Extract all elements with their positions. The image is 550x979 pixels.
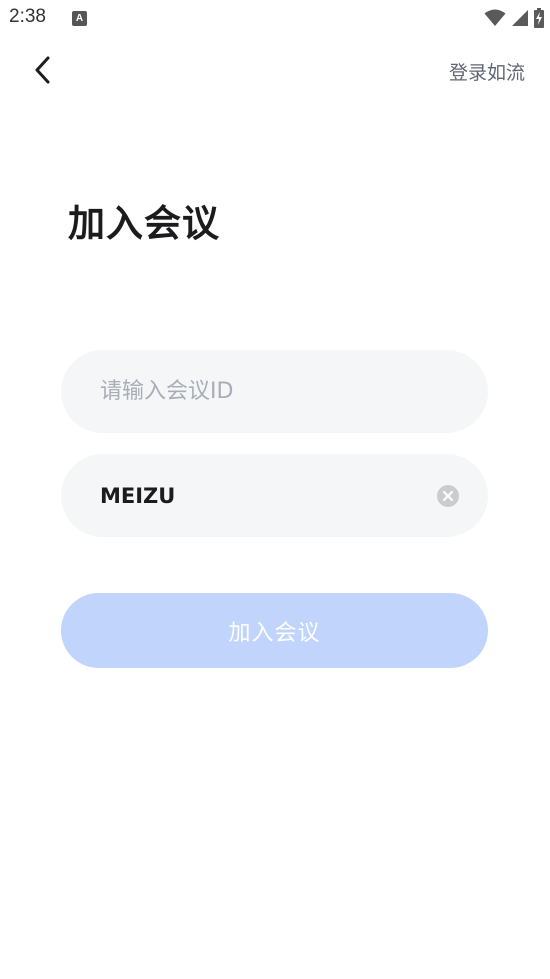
back-button[interactable] [28, 55, 58, 85]
signal-icon [511, 9, 529, 27]
meeting-id-field[interactable] [61, 350, 488, 433]
login-link[interactable]: 登录如流 [449, 58, 525, 85]
wifi-icon [484, 9, 506, 27]
join-meeting-button-label: 加入会议 [228, 620, 321, 646]
display-name-field[interactable] [61, 454, 488, 537]
battery-charging-icon [534, 8, 544, 28]
page-title: 加入会议 [68, 202, 220, 245]
status-bar: 2:38 A [0, 0, 550, 36]
status-time: 2:38 [9, 6, 46, 27]
meeting-id-input[interactable] [98, 378, 422, 405]
clear-icon[interactable] [437, 485, 459, 507]
join-meeting-button[interactable]: 加入会议 [61, 593, 488, 668]
status-icons [484, 8, 544, 28]
display-name-input[interactable] [98, 482, 422, 509]
chevron-left-icon [35, 56, 50, 84]
notification-icon: A [72, 11, 87, 26]
